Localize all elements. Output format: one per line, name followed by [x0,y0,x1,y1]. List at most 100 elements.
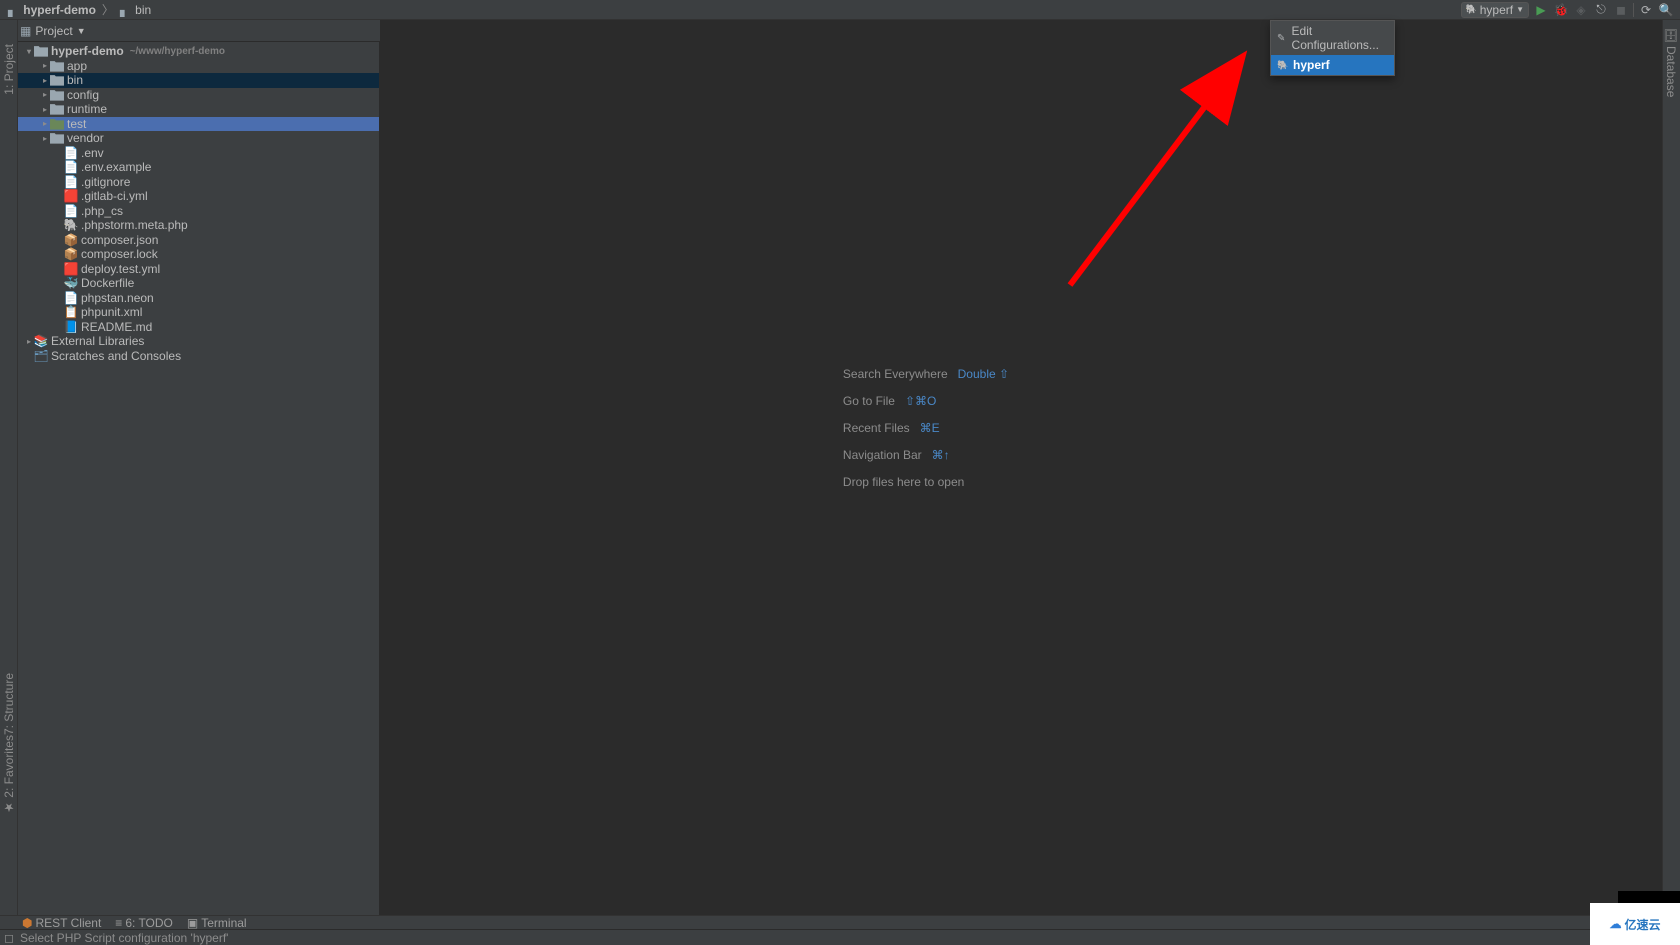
tree-external-libraries[interactable]: ▸📚External Libraries [18,334,379,349]
shortcut-label: ⌘E [920,421,940,435]
tree-folder-config[interactable]: ▸config [18,88,379,103]
tree-root-label: hyperf-demo [51,44,124,58]
folder-icon [50,132,64,144]
folder-icon [50,89,64,101]
hint-recent-files: Recent Files ⌘E [843,421,1009,435]
tree-file-dockerfile[interactable]: ▸🐳Dockerfile [18,276,379,291]
rest-icon: ⬢ [22,916,32,930]
test-folder-icon [50,118,64,130]
attach-debugger-button[interactable]: ⎋ [1593,2,1609,18]
database-tool-tab[interactable]: 🗄 Database [1664,28,1678,97]
tree-file-phpunit[interactable]: ▸📋phpunit.xml [18,305,379,320]
file-icon: 📄 [64,175,78,189]
expand-arrow-icon[interactable]: ▸ [40,61,50,70]
run-config-item-hyperf[interactable]: 🐘 hyperf [1271,55,1394,75]
php-icon: 🐘 [1466,4,1477,15]
favorites-tool-tab[interactable]: ★2: Favorites [2,735,16,815]
tree-file-gitignore[interactable]: ▸📄.gitignore [18,175,379,190]
tree-root[interactable]: ▾ hyperf-demo ~/www/hyperf-demo [18,44,379,59]
tree-file-phpcs[interactable]: ▸📄.php_cs [18,204,379,219]
structure-tool-tab[interactable]: 7: Structure [2,673,16,735]
tree-folder-vendor[interactable]: ▸vendor [18,131,379,146]
edit-configurations-label: Edit Configurations... [1292,24,1388,52]
breadcrumb-child[interactable]: bin [135,3,151,17]
rest-client-tab[interactable]: ⬢REST Client [22,916,101,930]
top-toolbar-right: 🐘 hyperf ▼ ▶ 🐞 ◈ ⎋ ◼ ⟳ 🔍 [1461,2,1680,18]
search-everywhere-button[interactable]: 🔍 [1658,2,1674,18]
folder-icon: ▖ [120,3,129,17]
update-project-button[interactable]: ⟳ [1638,2,1654,18]
tree-root-path: ~/www/hyperf-demo [130,46,225,57]
project-view-icon: ▦ [20,24,31,38]
scratch-icon: 🗂 [34,349,48,363]
coverage-button[interactable]: ◈ [1573,2,1589,18]
stop-button[interactable]: ◼ [1613,2,1629,18]
breadcrumb-root[interactable]: hyperf-demo [23,3,96,17]
tree-file-composer-lock[interactable]: ▸📦composer.lock [18,247,379,262]
xml-file-icon: 📋 [64,305,78,319]
folder-icon [50,103,64,115]
watermark-tab [1618,891,1680,903]
expand-arrow-icon[interactable]: ▸ [40,105,50,114]
project-view-label[interactable]: Project [35,24,72,38]
right-tool-gutter: 🗄 Database [1662,20,1680,915]
tree-file-composer-json[interactable]: ▸📦composer.json [18,233,379,248]
folder-icon [34,45,48,57]
expand-arrow-icon[interactable]: ▾ [24,47,34,56]
tree-scratches[interactable]: ▸🗂Scratches and Consoles [18,349,379,364]
hint-navigation-bar: Navigation Bar ⌘↑ [843,448,1009,462]
tree-folder-bin[interactable]: ▸bin [18,73,379,88]
editor-area[interactable]: Search Everywhere Double ⇧ Go to File ⇧⌘… [380,20,1662,915]
expand-arrow-icon[interactable]: ▸ [24,337,34,346]
tree-file-deploy-test[interactable]: ▸🟥deploy.test.yml [18,262,379,277]
php-icon: 🐘 [1277,60,1288,71]
bottom-tool-bar: ⬢REST Client ≡6: TODO ▣Terminal [0,915,1680,929]
file-icon: 📄 [64,160,78,174]
project-tree-panel: ▾ hyperf-demo ~/www/hyperf-demo ▸app ▸bi… [18,42,380,915]
run-configuration-selector[interactable]: 🐘 hyperf ▼ [1461,2,1530,18]
php-file-icon: 🐘 [64,218,78,232]
terminal-tab[interactable]: ▣Terminal [187,916,247,930]
tree-file-env-example[interactable]: ▸📄.env.example [18,160,379,175]
tree-file-readme[interactable]: ▸📘README.md [18,320,379,335]
markdown-file-icon: 📘 [64,320,78,334]
run-config-item-label: hyperf [1293,58,1330,72]
tree-file-env[interactable]: ▸📄.env [18,146,379,161]
status-message: Select PHP Script configuration 'hyperf' [20,931,228,945]
docker-file-icon: 🐳 [64,276,78,290]
tree-folder-app[interactable]: ▸app [18,59,379,74]
expand-arrow-icon[interactable]: ▸ [40,134,50,143]
debug-button[interactable]: 🐞 [1553,2,1569,18]
expand-arrow-icon[interactable]: ▸ [40,119,50,128]
json-file-icon: 📦 [64,233,78,247]
todo-tab[interactable]: ≡6: TODO [115,916,173,930]
edit-configurations-item[interactable]: ✎ Edit Configurations... [1271,21,1394,55]
editor-welcome-hints: Search Everywhere Double ⇧ Go to File ⇧⌘… [843,367,1009,489]
expand-arrow-icon[interactable]: ▸ [40,76,50,85]
breadcrumb[interactable]: ▖ hyperf-demo 〉 ▖ bin [0,1,151,18]
lock-file-icon: 📦 [64,247,78,261]
shortcut-label: Double ⇧ [958,367,1009,381]
tree-file-phpstorm-meta[interactable]: ▸🐘.phpstorm.meta.php [18,218,379,233]
project-tree[interactable]: ▾ hyperf-demo ~/www/hyperf-demo ▸app ▸bi… [18,42,379,363]
run-config-selected-label: hyperf [1480,3,1513,17]
hint-search-everywhere: Search Everywhere Double ⇧ [843,367,1009,381]
tree-file-gitlab-ci[interactable]: ▸🟥.gitlab-ci.yml [18,189,379,204]
expand-arrow-icon[interactable]: ▸ [40,90,50,99]
left-tool-gutter: 1: Project 7: Structure ★2: Favorites [0,20,18,915]
run-button[interactable]: ▶ [1533,2,1549,18]
file-icon: 📄 [64,291,78,305]
breadcrumb-separator-icon: 〉 [102,1,114,18]
hint-drop-files: Drop files here to open [843,475,1009,489]
tool-windows-icon[interactable]: ◻ [4,931,14,945]
shortcut-label: ⇧⌘O [905,394,936,408]
tree-file-phpstan[interactable]: ▸📄phpstan.neon [18,291,379,306]
project-tool-tab[interactable]: 1: Project [2,44,16,95]
file-icon: 📄 [64,204,78,218]
folder-icon [50,60,64,72]
chevron-down-icon[interactable]: ▼ [77,26,86,36]
tree-folder-runtime[interactable]: ▸runtime [18,102,379,117]
tree-folder-test[interactable]: ▸test [18,117,379,132]
library-icon: 📚 [34,334,48,348]
hint-goto-file: Go to File ⇧⌘O [843,394,1009,408]
